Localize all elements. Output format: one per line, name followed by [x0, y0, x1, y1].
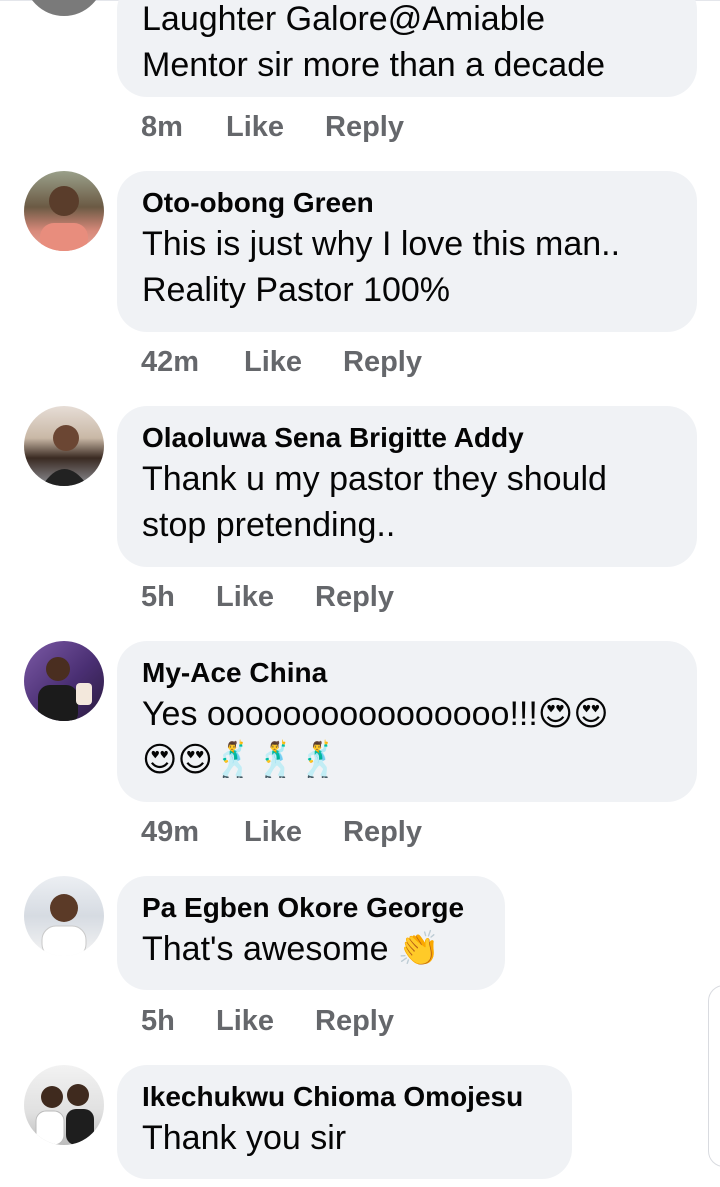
- comment-text-line-2: 😍😍🕺🕺🕺: [142, 740, 340, 780]
- comment-text-line-1: This is just why I love this man..: [142, 225, 621, 263]
- person-icon: [41, 894, 87, 956]
- comment-actions: 5h Like Reply: [141, 581, 394, 614]
- reply-button[interactable]: Reply: [325, 111, 404, 144]
- person-icon: [42, 425, 88, 486]
- comment-author[interactable]: Pa Egben Okore George: [142, 890, 480, 926]
- person-icon: [38, 657, 92, 721]
- comment-text-line-1: Thank u my pastor they should: [142, 460, 607, 498]
- comment-timestamp: 5h: [141, 1005, 175, 1037]
- side-panel-edge[interactable]: [708, 985, 720, 1167]
- comment-actions: 42m Like Reply: [141, 346, 422, 379]
- comment-actions: 8m Like Reply: [141, 111, 404, 144]
- comment-text-line-2: stop pretending..: [142, 506, 396, 544]
- avatar[interactable]: [24, 876, 104, 956]
- comment-actions: 5h Like Reply: [141, 1005, 394, 1038]
- like-button[interactable]: Like: [216, 581, 315, 614]
- like-button[interactable]: Like: [216, 1005, 315, 1038]
- like-button[interactable]: Like: [244, 346, 343, 379]
- person-icon: [40, 186, 88, 251]
- comment-bubble: Olaoluwa Sena Brigitte Addy Thank u my p…: [117, 406, 697, 567]
- comment-timestamp: 42m: [141, 346, 200, 378]
- comment-author[interactable]: Ikechukwu Chioma Omojesu: [142, 1079, 547, 1115]
- comment-bubble: My-Ace China Yes oooooooooooooooo!!!😍😍 😍…: [117, 641, 697, 802]
- reply-button[interactable]: Reply: [315, 581, 394, 614]
- comment-text-line-1: Laughter Galore@Amiable: [142, 0, 546, 38]
- comment-bubble: Ikechukwu Chioma Omojesu Thank you sir: [117, 1065, 572, 1179]
- comment-bubble: Pa Egben Okore George That's awesome 👏: [117, 876, 505, 990]
- comment-bubble: Laughter Galore@Amiable Mentor sir more …: [117, 0, 697, 97]
- comment-bubble: Oto-obong Green This is just why I love …: [117, 171, 697, 332]
- avatar[interactable]: [24, 0, 104, 16]
- comment-timestamp: 49m: [141, 816, 200, 848]
- comment-timestamp: 8m: [141, 111, 183, 143]
- avatar[interactable]: [24, 1065, 104, 1145]
- comment-author[interactable]: Oto-obong Green: [142, 185, 672, 221]
- comment-text-line-1: Thank you sir: [142, 1119, 347, 1157]
- avatar[interactable]: [24, 406, 104, 486]
- person-icon: [35, 1084, 94, 1145]
- like-button[interactable]: Like: [226, 111, 325, 144]
- like-button[interactable]: Like: [244, 816, 343, 849]
- avatar[interactable]: [24, 171, 104, 251]
- comment-author[interactable]: Olaoluwa Sena Brigitte Addy: [142, 420, 672, 456]
- comment-text-line-2: Mentor sir more than a decade: [142, 46, 606, 84]
- reply-button[interactable]: Reply: [343, 346, 422, 379]
- reply-button[interactable]: Reply: [343, 816, 422, 849]
- comment-timestamp: 5h: [141, 581, 175, 613]
- avatar[interactable]: [24, 641, 104, 721]
- comment-text-line-2: Reality Pastor 100%: [142, 271, 451, 309]
- comment-text-line-1: Yes oooooooooooooooo!!!😍😍: [142, 695, 609, 733]
- comment-actions: 49m Like Reply: [141, 816, 422, 849]
- comment-author[interactable]: My-Ace China: [142, 655, 672, 691]
- comment-text-line-1: That's awesome 👏: [142, 930, 441, 968]
- reply-button[interactable]: Reply: [315, 1005, 394, 1038]
